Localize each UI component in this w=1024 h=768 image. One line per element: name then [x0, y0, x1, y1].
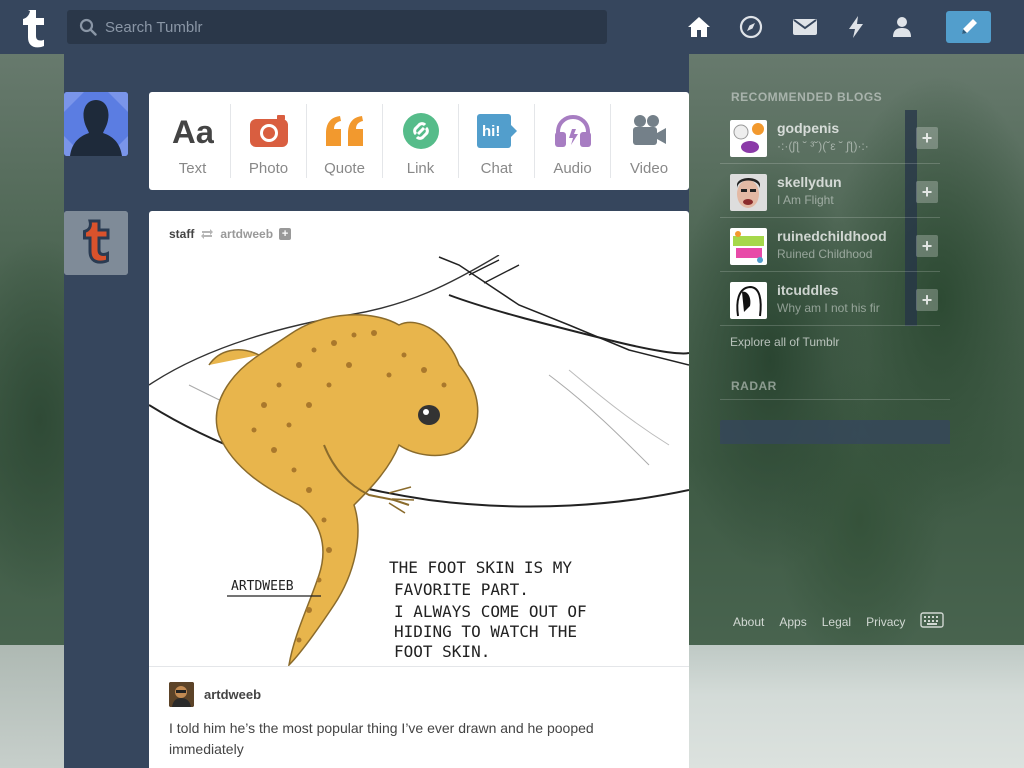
inbox-mail-icon[interactable] [792, 14, 818, 40]
headphones-icon [552, 110, 594, 152]
tumblr-logo-icon[interactable] [14, 6, 54, 48]
blog-avatar[interactable] [730, 174, 767, 211]
post-type-chat[interactable]: hi! Chat [459, 104, 535, 178]
explore-compass-icon[interactable] [738, 14, 764, 40]
staff-avatar[interactable] [64, 211, 128, 275]
search-input[interactable] [105, 18, 585, 36]
post-caption: I told him he’s the most popular thing I… [169, 720, 594, 757]
footer-links: About Apps Legal Privacy [733, 612, 959, 631]
account-person-icon[interactable] [889, 14, 915, 40]
dashboard-post: staff artdweeb + THE FOOT SKIN IS MY FAV… [149, 211, 689, 768]
footer-apps-link[interactable]: Apps [779, 615, 806, 629]
recommended-blogs-list: godpenis ·:·(ʃƪ ˘ ³˘)(˘ε ˘ ʃƪ)·:· + skel… [720, 110, 940, 326]
recommended-blog-item[interactable]: itcuddles Why am I not his fir + [720, 272, 940, 326]
post-artwork-image[interactable]: THE FOOT SKIN IS MY FAVORITE PART. I ALW… [149, 254, 689, 668]
follow-blog-button[interactable]: + [916, 289, 938, 311]
search-icon [79, 18, 97, 36]
radar-title: RADAR [731, 379, 777, 393]
pencil-icon [961, 19, 977, 34]
svg-text:HIDING TO WATCH THE: HIDING TO WATCH THE [394, 622, 577, 641]
fog-background-left [0, 645, 64, 768]
reblog-source-link[interactable]: artdweeb [220, 227, 273, 241]
post-type-video[interactable]: Video [611, 104, 687, 178]
keyboard-shortcuts-icon[interactable] [920, 612, 945, 631]
follow-blog-button[interactable]: + [916, 127, 938, 149]
recommended-blog-item[interactable]: skellydun I Am Flight + [720, 164, 940, 218]
chat-icon-text: hi! [482, 123, 500, 140]
post-type-quote[interactable]: Quote [307, 104, 383, 178]
compose-post-button[interactable] [946, 11, 991, 43]
top-navigation-bar [0, 0, 1024, 54]
footer-legal-link[interactable]: Legal [822, 615, 851, 629]
artwork-handwriting-line: FOOT SKIN. [394, 642, 490, 661]
svg-text:THE FOOT SKIN IS MY: THE FOOT SKIN IS MY [389, 558, 572, 577]
svg-text:I ALWAYS COME OUT OF: I ALWAYS COME OUT OF [394, 602, 587, 621]
post-type-selector: Aa Text Photo Quote Link hi! Chat Audio [149, 92, 689, 190]
post-type-photo[interactable]: Photo [231, 104, 307, 178]
recommended-blogs-title: RECOMMENDED BLOGS [731, 90, 883, 104]
svg-text:Aa: Aa [172, 113, 214, 149]
post-author-byline: artdweeb [169, 682, 261, 707]
search-bar[interactable] [67, 10, 607, 44]
poster-name-link[interactable]: staff [169, 227, 194, 241]
follow-blog-button[interactable]: + [916, 235, 938, 257]
footer-privacy-link[interactable]: Privacy [866, 615, 905, 629]
chat-icon: hi! [476, 110, 518, 152]
blog-avatar[interactable] [730, 282, 767, 319]
explore-all-link[interactable]: Explore all of Tumblr [730, 335, 839, 349]
author-name-link[interactable]: artdweeb [204, 687, 261, 702]
author-avatar[interactable] [169, 682, 194, 707]
user-avatar[interactable] [64, 92, 128, 156]
recommended-blog-item[interactable]: ruinedchildhood Ruined Childhood + [720, 218, 940, 272]
svg-text:FAVORITE PART.: FAVORITE PART. [394, 580, 529, 599]
artwork-signature: ARTDWEEB [231, 579, 294, 594]
reblog-icon [200, 228, 214, 240]
blog-avatar[interactable] [730, 120, 767, 157]
home-icon[interactable] [686, 14, 712, 40]
avatar-column [64, 54, 149, 768]
quote-icon [324, 110, 366, 152]
video-camera-icon [628, 110, 670, 152]
post-divider [149, 666, 689, 667]
post-type-audio[interactable]: Audio [535, 104, 611, 178]
post-type-link[interactable]: Link [383, 104, 459, 178]
recommended-blog-item[interactable]: godpenis ·:·(ʃƪ ˘ ³˘)(˘ε ˘ ʃƪ)·:· + [720, 110, 940, 164]
camera-icon [248, 110, 290, 152]
blog-avatar[interactable] [730, 228, 767, 265]
radar-post-preview[interactable] [720, 420, 950, 444]
link-icon [400, 110, 442, 152]
follow-blog-button[interactable]: + [916, 181, 938, 203]
follow-source-button[interactable]: + [279, 228, 292, 240]
post-type-text[interactable]: Aa Text [155, 104, 231, 178]
text-icon: Aa [172, 110, 214, 152]
footer-about-link[interactable]: About [733, 615, 764, 629]
post-header: staff artdweeb + [169, 227, 292, 241]
activity-lightning-icon[interactable] [843, 14, 869, 40]
radar-divider [720, 399, 950, 400]
